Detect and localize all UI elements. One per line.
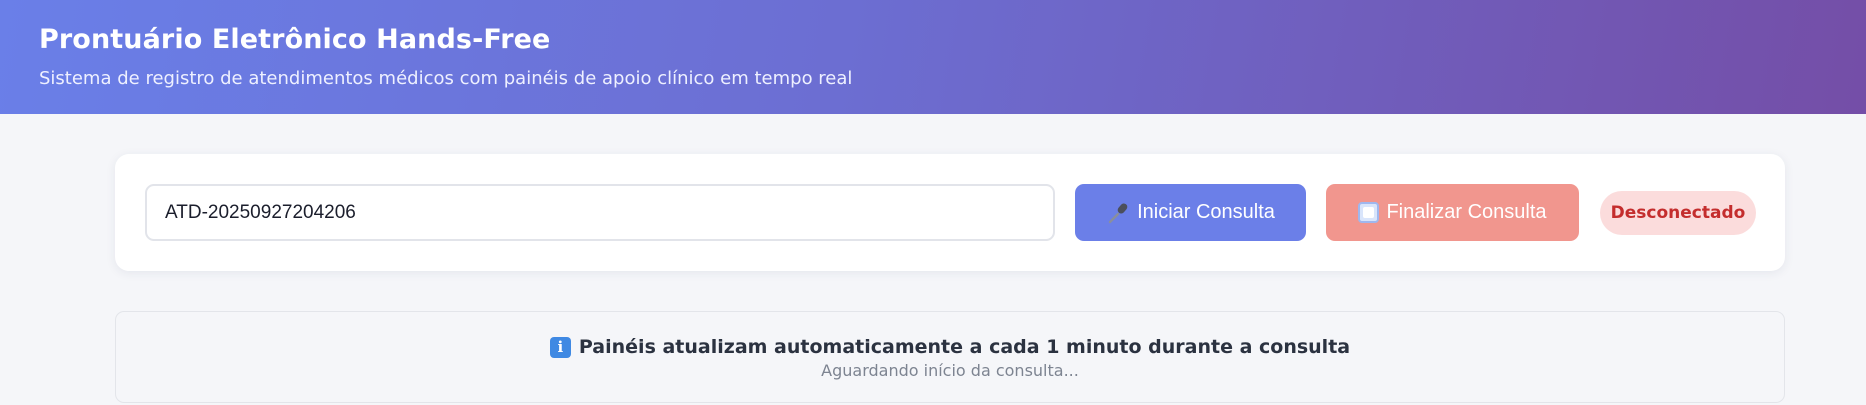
- info-message: Painéis atualizam automaticamente a cada…: [578, 336, 1351, 358]
- consultation-id-input[interactable]: [145, 184, 1055, 241]
- auto-update-info-panel: i Painéis atualizam automaticamente a ca…: [115, 311, 1785, 403]
- microphone-icon: [1106, 201, 1130, 225]
- info-icon: i: [549, 336, 571, 358]
- connection-status-badge: Desconectado: [1600, 191, 1756, 235]
- consultation-status-text: Aguardando início da consulta...: [821, 361, 1079, 380]
- app-header: Prontuário Eletrônico Hands-Free Sistema…: [0, 0, 1866, 114]
- stop-icon: [1358, 202, 1380, 223]
- info-message-line: i Painéis atualizam automaticamente a ca…: [116, 336, 1784, 358]
- consultation-controls-card: Iniciar Consulta Finalizar Consulta Desc…: [115, 154, 1785, 271]
- finish-consultation-button[interactable]: Finalizar Consulta: [1326, 184, 1579, 241]
- start-consultation-button[interactable]: Iniciar Consulta: [1075, 184, 1306, 241]
- finish-consultation-label: Finalizar Consulta: [1386, 201, 1547, 223]
- page-title: Prontuário Eletrônico Hands-Free: [39, 24, 551, 55]
- page-subtitle: Sistema de registro de atendimentos médi…: [39, 68, 853, 89]
- start-consultation-label: Iniciar Consulta: [1137, 201, 1275, 223]
